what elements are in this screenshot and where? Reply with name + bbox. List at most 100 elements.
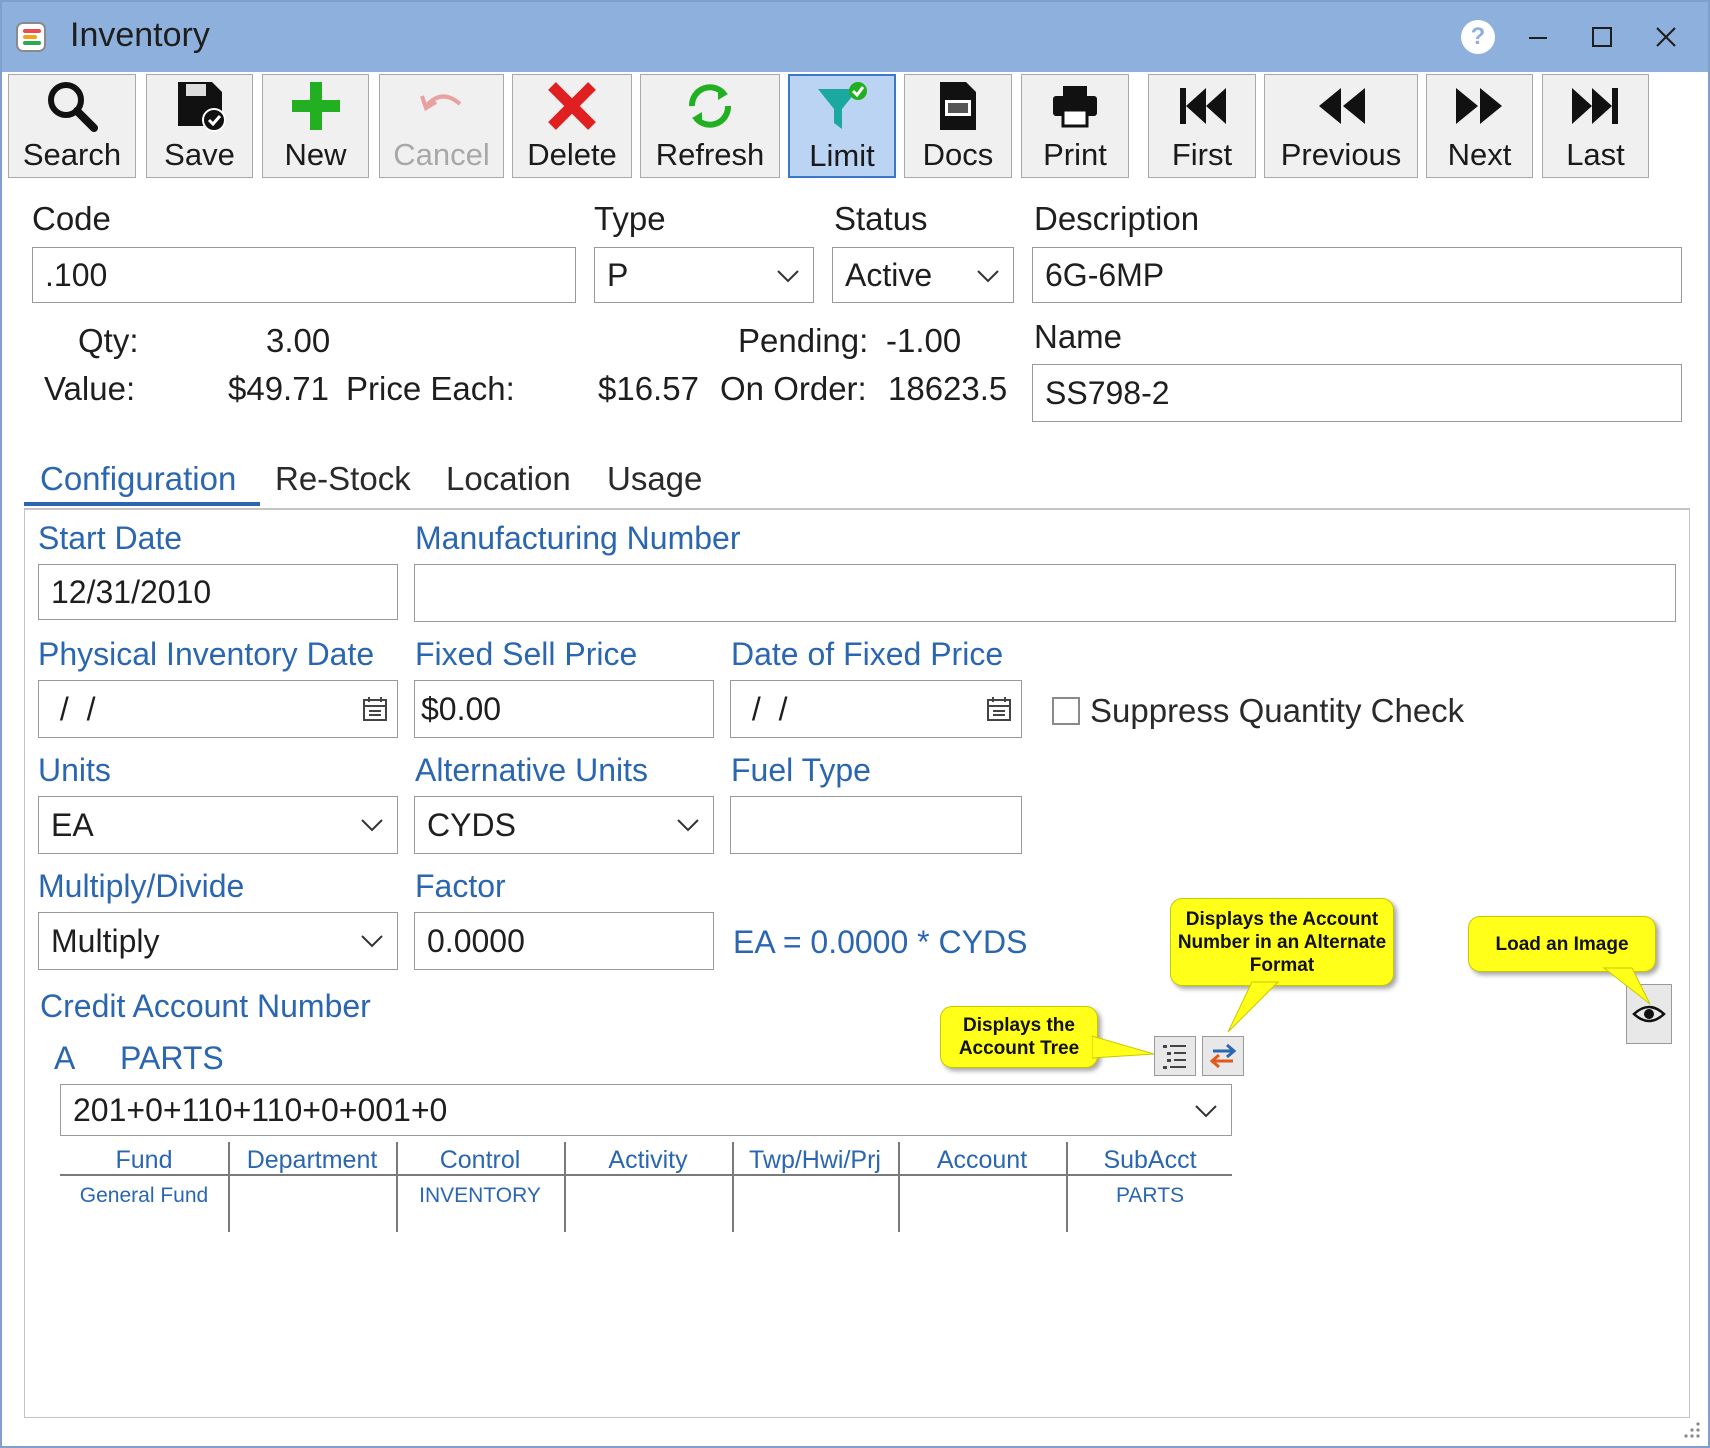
callout-pointer bbox=[1227, 981, 1280, 1033]
callout-account-tree: Displays the Account Tree bbox=[940, 1006, 1098, 1068]
print-label: Print bbox=[1043, 137, 1107, 172]
x-icon bbox=[548, 82, 596, 130]
previous-button[interactable]: Previous bbox=[1264, 74, 1418, 178]
date-of-fixed-price-value: / / bbox=[743, 690, 788, 727]
alternative-units-select[interactable]: CYDS bbox=[414, 796, 714, 854]
multiply-divide-select[interactable]: Multiply bbox=[38, 912, 398, 970]
credit-account-number-label: Credit Account Number bbox=[40, 988, 371, 1024]
chevron-down-icon bbox=[361, 819, 383, 832]
help-button[interactable]: ? bbox=[1454, 14, 1502, 60]
maximize-icon bbox=[1592, 27, 1612, 47]
account-number-select[interactable]: 201+0+110+110+0+001+0 bbox=[60, 1084, 1232, 1136]
name-field[interactable]: SS798-2 bbox=[1032, 364, 1682, 422]
calendar-icon[interactable] bbox=[361, 695, 389, 723]
docs-button[interactable]: Docs bbox=[904, 74, 1012, 178]
search-icon bbox=[48, 82, 98, 132]
manufacturing-number-label: Manufacturing Number bbox=[415, 520, 741, 556]
swap-arrows-icon bbox=[1209, 1043, 1237, 1069]
alternate-format-button[interactable] bbox=[1202, 1036, 1244, 1076]
multiply-divide-label: Multiply/Divide bbox=[38, 868, 245, 904]
undo-icon bbox=[419, 94, 461, 111]
qty-value: 3.00 bbox=[266, 322, 331, 359]
printer-icon bbox=[1053, 86, 1097, 128]
grid-cell-subacct: PARTS bbox=[1115, 1184, 1185, 1207]
print-button[interactable]: Print bbox=[1021, 74, 1129, 178]
minimize-button[interactable] bbox=[1514, 14, 1562, 60]
fuel-type-field[interactable] bbox=[730, 796, 1022, 854]
maximize-button[interactable] bbox=[1578, 14, 1626, 60]
callout-load-image: Load an Image bbox=[1468, 916, 1656, 972]
inventory-window: Inventory ? Search Save New Cancel Delet… bbox=[0, 0, 1710, 1448]
date-of-fixed-price-field[interactable]: / / bbox=[730, 680, 1022, 738]
qty-label: Qty: bbox=[78, 322, 139, 359]
suppress-quantity-checkbox[interactable] bbox=[1052, 697, 1080, 725]
last-button[interactable]: Last bbox=[1542, 74, 1649, 178]
save-button[interactable]: Save bbox=[146, 74, 253, 178]
cancel-button[interactable]: Cancel bbox=[379, 74, 504, 178]
fixed-sell-price-label: Fixed Sell Price bbox=[415, 636, 638, 672]
fixed-sell-price-field[interactable]: $0.00 bbox=[414, 680, 714, 738]
search-label: Search bbox=[22, 137, 122, 172]
value-value: $49.71 bbox=[228, 370, 329, 407]
status-select[interactable]: Active bbox=[832, 247, 1014, 303]
close-button[interactable] bbox=[1642, 14, 1690, 60]
search-button[interactable]: Search bbox=[8, 74, 136, 178]
next-icon bbox=[1455, 88, 1502, 124]
previous-label: Previous bbox=[1280, 137, 1402, 172]
physical-inventory-date-field[interactable]: / / bbox=[38, 680, 398, 738]
factor-field[interactable]: 0.0000 bbox=[414, 912, 714, 970]
save-icon bbox=[177, 82, 226, 132]
filter-icon bbox=[818, 82, 867, 129]
description-field[interactable]: 6G-6MP bbox=[1032, 247, 1682, 303]
chevron-down-icon bbox=[677, 819, 699, 832]
tab-usage[interactable]: Usage bbox=[607, 460, 702, 498]
alternative-units-value: CYDS bbox=[427, 806, 516, 843]
next-label: Next bbox=[1447, 137, 1512, 172]
chevron-down-icon bbox=[977, 270, 999, 283]
type-select[interactable]: P bbox=[594, 247, 814, 303]
code-field[interactable]: .100 bbox=[32, 247, 576, 303]
calendar-icon[interactable] bbox=[985, 695, 1013, 723]
account-number-value: 201+0+110+110+0+001+0 bbox=[73, 1091, 448, 1128]
manufacturing-number-field[interactable] bbox=[414, 564, 1676, 622]
limit-button[interactable]: Limit bbox=[788, 74, 896, 178]
units-select[interactable]: EA bbox=[38, 796, 398, 854]
window-title: Inventory bbox=[70, 16, 210, 54]
tab-location[interactable]: Location bbox=[446, 460, 571, 498]
chevron-down-icon bbox=[777, 270, 799, 283]
chevron-down-icon bbox=[1195, 1105, 1217, 1118]
resize-grip-icon[interactable] bbox=[1680, 1418, 1702, 1440]
pending-label: Pending: bbox=[738, 322, 869, 359]
grid-header-control: Control bbox=[439, 1146, 521, 1174]
name-label: Name bbox=[1034, 318, 1123, 355]
account-prefix: A bbox=[54, 1040, 76, 1076]
grid-header-account: Account bbox=[936, 1146, 1028, 1174]
new-button[interactable]: New bbox=[262, 74, 369, 178]
physical-inventory-date-value: / / bbox=[51, 690, 96, 727]
chevron-down-icon bbox=[361, 935, 383, 948]
type-label: Type bbox=[594, 200, 666, 237]
refresh-button[interactable]: Refresh bbox=[640, 74, 780, 178]
next-button[interactable]: Next bbox=[1426, 74, 1533, 178]
first-icon bbox=[1180, 88, 1226, 124]
conversion-formula: EA = 0.0000 * CYDS bbox=[733, 924, 1028, 960]
on-order-label: On Order: bbox=[720, 370, 867, 407]
tab-re-stock[interactable]: Re-Stock bbox=[275, 460, 411, 498]
description-label: Description bbox=[1034, 200, 1200, 237]
tab-configuration[interactable]: Configuration bbox=[40, 460, 236, 498]
factor-label: Factor bbox=[415, 868, 506, 904]
delete-button[interactable]: Delete bbox=[512, 74, 632, 178]
multiply-divide-value: Multiply bbox=[51, 922, 160, 959]
code-label: Code bbox=[32, 200, 111, 237]
units-label: Units bbox=[38, 752, 111, 788]
status-value: Active bbox=[845, 256, 933, 293]
title-bar[interactable]: Inventory ? bbox=[2, 2, 1708, 72]
delete-label: Delete bbox=[527, 137, 617, 172]
refresh-icon bbox=[689, 84, 731, 128]
physical-inventory-date-label: Physical Inventory Date bbox=[38, 636, 375, 672]
first-button[interactable]: First bbox=[1148, 74, 1256, 178]
start-date-field[interactable]: 12/31/2010 bbox=[38, 564, 398, 620]
grid-header-activity: Activity bbox=[608, 1146, 688, 1174]
close-icon bbox=[1656, 27, 1676, 47]
suppress-quantity-label[interactable]: Suppress Quantity Check bbox=[1090, 692, 1464, 730]
